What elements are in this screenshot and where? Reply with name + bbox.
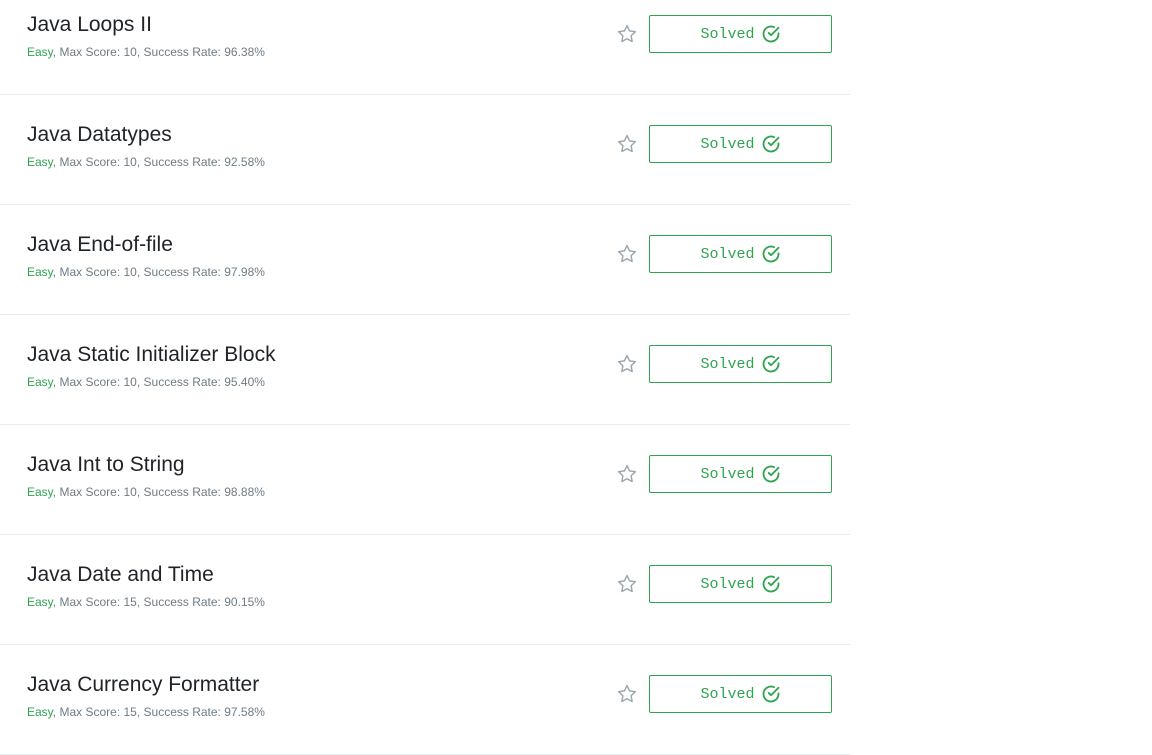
- challenge-title[interactable]: Java Static Initializer Block: [27, 343, 276, 367]
- difficulty-label: Easy: [27, 595, 53, 609]
- difficulty-label: Easy: [27, 45, 53, 59]
- difficulty-label: Easy: [27, 265, 53, 279]
- check-circle-icon: [762, 355, 779, 373]
- check-circle-icon: [762, 135, 779, 153]
- challenge-meta: Easy, Max Score: 10, Success Rate: 98.88…: [27, 485, 265, 499]
- challenge-card: Java End-of-file Easy, Max Score: 10, Su…: [0, 205, 850, 315]
- solved-button[interactable]: Solved: [649, 125, 832, 163]
- solved-button[interactable]: Solved: [649, 15, 832, 53]
- check-circle-icon: [762, 465, 779, 483]
- max-score-label: Max Score: 10: [59, 155, 137, 169]
- star-icon[interactable]: [616, 573, 638, 595]
- success-rate-label: Success Rate: 97.58%: [143, 705, 265, 719]
- success-rate-label: Success Rate: 92.58%: [143, 155, 265, 169]
- challenge-card: Java Datatypes Easy, Max Score: 10, Succ…: [0, 95, 850, 205]
- max-score-label: Max Score: 15: [59, 705, 137, 719]
- max-score-label: Max Score: 15: [59, 595, 137, 609]
- challenge-card: Java Static Initializer Block Easy, Max …: [0, 315, 850, 425]
- star-icon[interactable]: [616, 683, 638, 705]
- star-icon[interactable]: [616, 243, 638, 265]
- challenge-card: Java Int to String Easy, Max Score: 10, …: [0, 425, 850, 535]
- challenge-meta: Easy, Max Score: 10, Success Rate: 95.40…: [27, 375, 265, 389]
- challenge-meta: Easy, Max Score: 10, Success Rate: 92.58…: [27, 155, 265, 169]
- solved-button[interactable]: Solved: [649, 675, 832, 713]
- challenge-card: Java Loops II Easy, Max Score: 10, Succe…: [0, 0, 850, 95]
- solved-label: Solved: [700, 135, 755, 153]
- solved-label: Solved: [700, 575, 755, 593]
- check-circle-icon: [762, 245, 779, 263]
- solved-button[interactable]: Solved: [649, 565, 832, 603]
- max-score-label: Max Score: 10: [59, 485, 137, 499]
- check-circle-icon: [762, 575, 779, 593]
- check-circle-icon: [762, 25, 779, 43]
- success-rate-label: Success Rate: 95.40%: [143, 375, 265, 389]
- star-icon[interactable]: [616, 23, 638, 45]
- solved-label: Solved: [700, 25, 755, 43]
- solved-button[interactable]: Solved: [649, 235, 832, 273]
- challenge-meta: Easy, Max Score: 10, Success Rate: 96.38…: [27, 45, 265, 59]
- challenge-title[interactable]: Java End-of-file: [27, 233, 173, 257]
- challenge-title[interactable]: Java Datatypes: [27, 123, 172, 147]
- star-icon[interactable]: [616, 353, 638, 375]
- star-icon[interactable]: [616, 463, 638, 485]
- challenge-meta: Easy, Max Score: 10, Success Rate: 97.98…: [27, 265, 265, 279]
- difficulty-label: Easy: [27, 705, 53, 719]
- check-circle-icon: [762, 685, 779, 703]
- difficulty-label: Easy: [27, 375, 53, 389]
- solved-label: Solved: [700, 355, 755, 373]
- challenge-card: Java Date and Time Easy, Max Score: 15, …: [0, 535, 850, 645]
- success-rate-label: Success Rate: 96.38%: [143, 45, 265, 59]
- challenge-title[interactable]: Java Currency Formatter: [27, 673, 259, 697]
- max-score-label: Max Score: 10: [59, 45, 137, 59]
- challenge-title[interactable]: Java Date and Time: [27, 563, 214, 587]
- challenge-card: Java Currency Formatter Easy, Max Score:…: [0, 645, 850, 755]
- solved-button[interactable]: Solved: [649, 455, 832, 493]
- solved-button[interactable]: Solved: [649, 345, 832, 383]
- challenge-title[interactable]: Java Int to String: [27, 453, 185, 477]
- challenge-title[interactable]: Java Loops II: [27, 13, 152, 37]
- success-rate-label: Success Rate: 97.98%: [143, 265, 265, 279]
- solved-label: Solved: [700, 465, 755, 483]
- max-score-label: Max Score: 10: [59, 265, 137, 279]
- max-score-label: Max Score: 10: [59, 375, 137, 389]
- challenge-meta: Easy, Max Score: 15, Success Rate: 90.15…: [27, 595, 265, 609]
- success-rate-label: Success Rate: 90.15%: [143, 595, 265, 609]
- difficulty-label: Easy: [27, 155, 53, 169]
- challenge-list: Java Loops II Easy, Max Score: 10, Succe…: [0, 0, 850, 755]
- solved-label: Solved: [700, 245, 755, 263]
- difficulty-label: Easy: [27, 485, 53, 499]
- solved-label: Solved: [700, 685, 755, 703]
- success-rate-label: Success Rate: 98.88%: [143, 485, 265, 499]
- challenge-meta: Easy, Max Score: 15, Success Rate: 97.58…: [27, 705, 265, 719]
- star-icon[interactable]: [616, 133, 638, 155]
